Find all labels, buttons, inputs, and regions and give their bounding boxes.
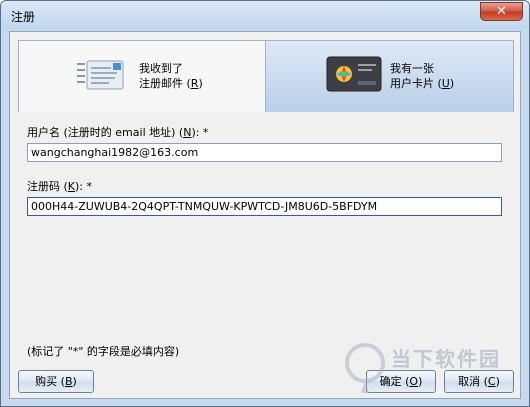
watermark: 当下软件园 — [341, 341, 529, 401]
register-dialog: 注册 ✕ 我收到了 注册邮件 (R) 我有一张 用户卡片 (U) 用户名 (注册… — [0, 0, 530, 407]
option-email-line2-suffix: ) — [198, 77, 203, 90]
username-label-suffix: ): * — [191, 126, 209, 139]
option-email-line2: 注册邮件 (R) — [139, 76, 203, 91]
option-license-line2-text: 用户卡片 ( — [390, 77, 442, 90]
watermark-text: 当下软件园 — [391, 347, 501, 371]
close-icon: ✕ — [496, 4, 507, 19]
window-title: 注册 — [11, 10, 36, 24]
registration-code-access-key: K — [67, 180, 76, 193]
option-license-label: 我有一张 用户卡片 (U) — [390, 61, 454, 91]
option-license-line1: 我有一张 — [390, 62, 434, 75]
buy-button-label: 购买 ( — [35, 375, 65, 388]
buy-button[interactable]: 购买 (B) — [18, 370, 94, 393]
watermark-logo-icon — [345, 343, 385, 393]
option-license-line2-suffix: ) — [449, 77, 455, 90]
option-email-label: 我收到了 注册邮件 (R) — [139, 61, 203, 91]
option-license-access-key: U — [441, 77, 450, 90]
registration-code-label-text: 注册码 ( — [27, 180, 68, 193]
registration-code-input[interactable]: 000H44-ZUWUB4-2Q4QPT-TNMQUW-KPWTCD-JM8U6… — [27, 197, 502, 216]
username-label-text: 用户名 (注册时的 email 地址) ( — [27, 126, 184, 139]
title-bar: 注册 ✕ — [1, 1, 529, 29]
option-license-line2: 用户卡片 (U) — [390, 76, 454, 91]
license-card-icon — [326, 56, 382, 92]
registration-code-label: 注册码 (K): * — [27, 178, 92, 194]
registration-method-selector: 我收到了 注册邮件 (R) 我有一张 用户卡片 (U) — [18, 40, 514, 112]
username-input[interactable]: wangchanghai1982@163.com — [27, 143, 502, 162]
option-email-received[interactable]: 我收到了 注册邮件 (R) — [18, 40, 266, 112]
option-license-card[interactable]: 我有一张 用户卡片 (U) — [266, 40, 514, 112]
registration-code-label-suffix: ): * — [75, 180, 93, 193]
mail-document-icon — [77, 60, 124, 90]
close-button[interactable]: ✕ — [480, 2, 523, 21]
required-fields-note: (标记了 "*" 的字段是必填内容) — [27, 345, 180, 358]
buy-button-suffix: ) — [72, 375, 77, 388]
buy-access-key: B — [64, 375, 73, 388]
username-label: 用户名 (注册时的 email 地址) (N): * — [27, 124, 208, 140]
option-email-line1: 我收到了 — [139, 62, 183, 75]
option-email-line2-text: 注册邮件 ( — [139, 77, 191, 90]
